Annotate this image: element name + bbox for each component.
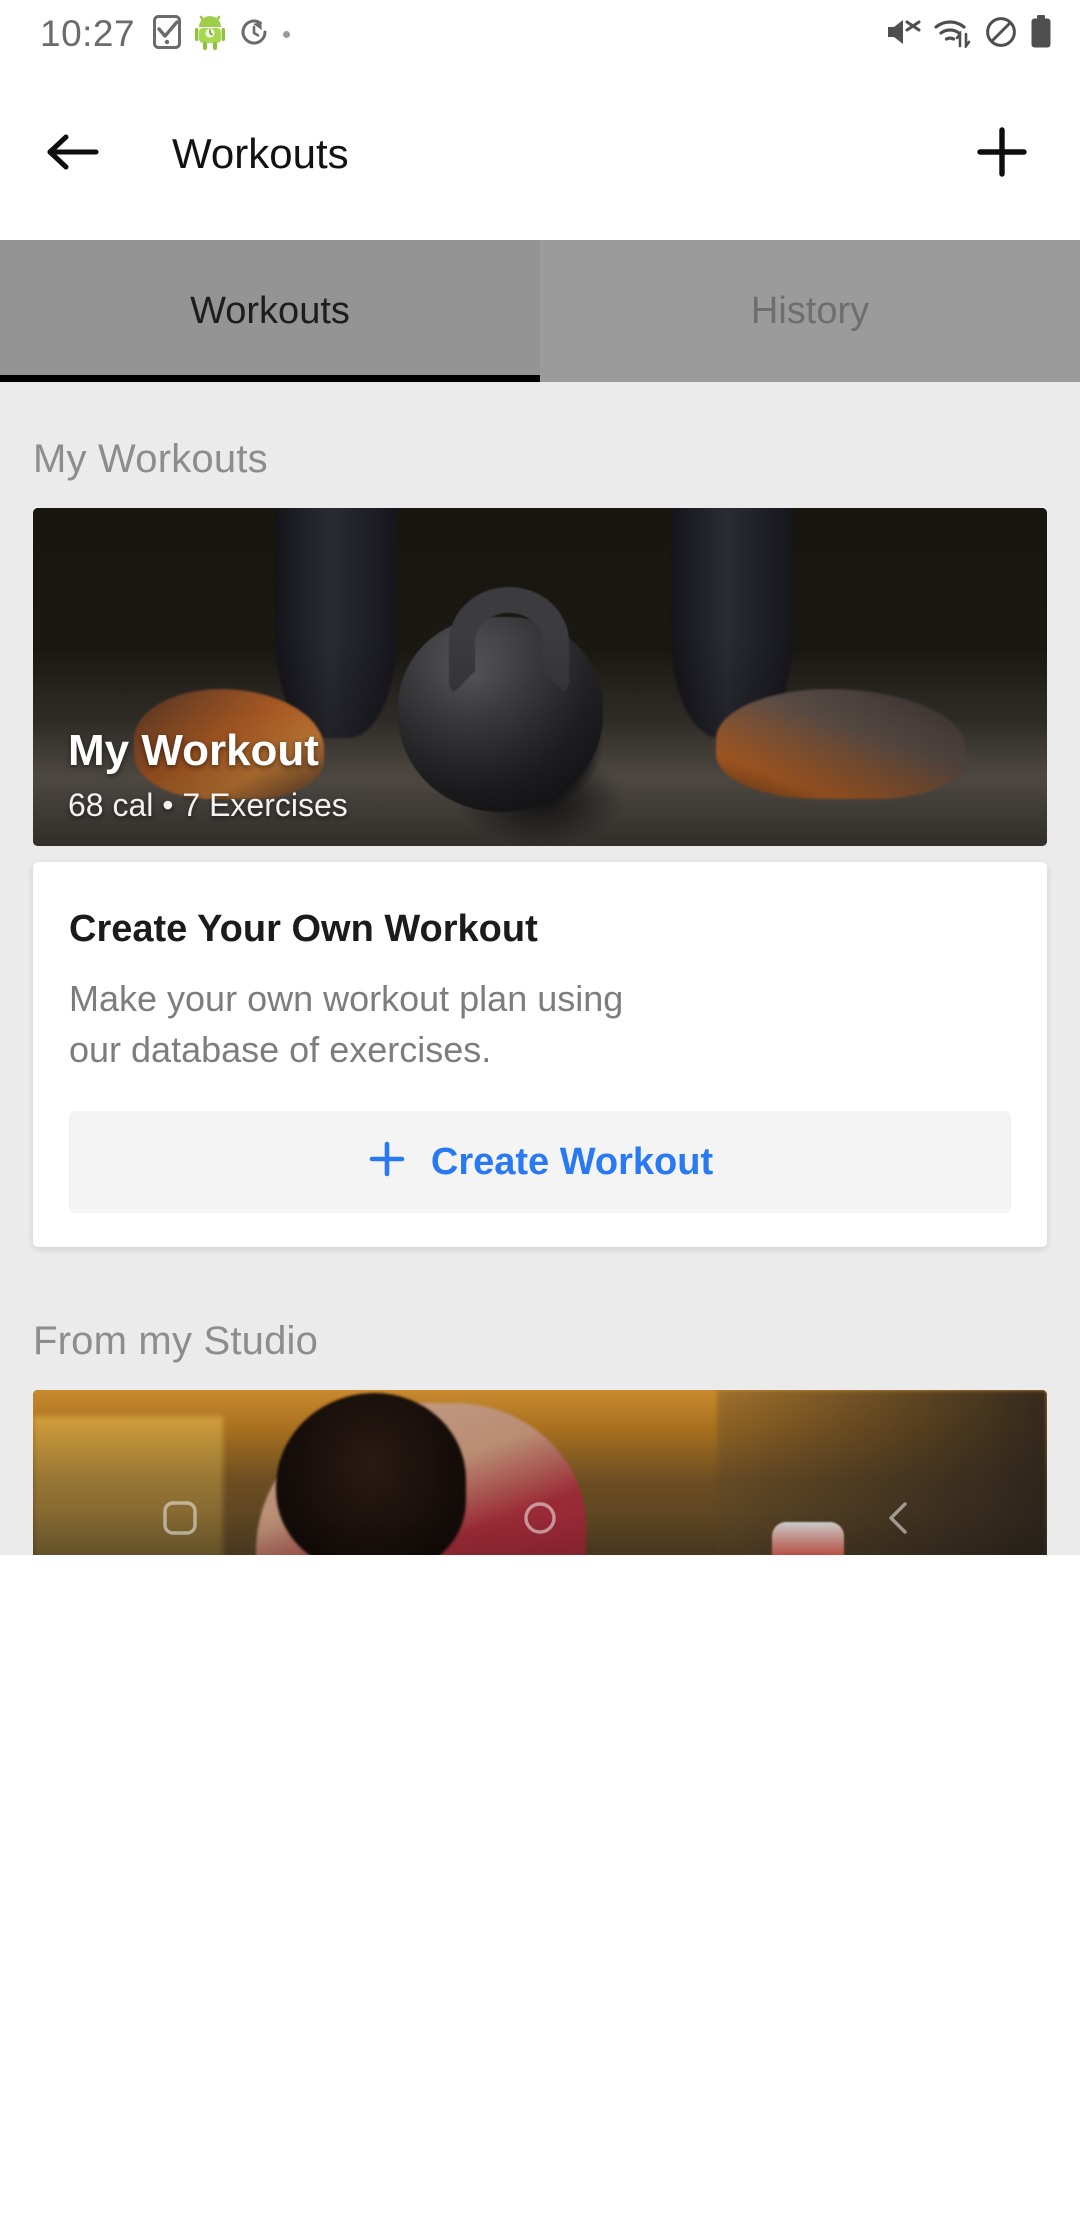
create-card-title: Create Your Own Workout xyxy=(69,908,538,950)
create-workout-button[interactable]: Create Workout xyxy=(69,1111,1011,1214)
tab-workouts[interactable]: Workouts xyxy=(0,240,540,382)
section-title-from-my-studio: From my Studio xyxy=(33,1319,319,1364)
workout-card-subtitle: 68 cal • 7 Exercises xyxy=(68,787,348,823)
back-arrow-icon xyxy=(44,129,100,180)
workout-card-title: My Workout xyxy=(68,726,319,776)
wifi-data-icon xyxy=(934,16,972,53)
page-title: Workouts xyxy=(172,130,349,177)
phone-check-icon xyxy=(153,14,182,54)
tab-workouts-label: Workouts xyxy=(190,289,350,332)
add-workout-button[interactable] xyxy=(964,116,1040,192)
tab-history[interactable]: History xyxy=(540,240,1080,382)
tab-bar: Workouts History xyxy=(0,240,1080,382)
create-your-own-workout-card[interactable]: Create Your Own Workout Make your own wo… xyxy=(33,862,1047,1248)
status-bar-clock: 10:27 xyxy=(40,13,136,54)
dot-icon xyxy=(283,30,291,38)
status-bar-system-icons xyxy=(885,14,1052,54)
status-bar: 10:27 xyxy=(0,0,1080,68)
back-button[interactable] xyxy=(34,116,110,192)
section-title-my-workouts: My Workouts xyxy=(33,437,268,481)
create-workout-button-label: Create Workout xyxy=(430,1140,714,1183)
plus-icon xyxy=(367,1139,407,1186)
do-not-disturb-icon xyxy=(985,16,1017,53)
workouts-scroll-content[interactable]: My Workouts My Workout 68 cal • 7 Exerci… xyxy=(0,382,1080,2220)
create-card-description: Make your own workout plan using our dat… xyxy=(69,978,624,1071)
status-bar-notification-icons xyxy=(153,14,291,55)
battery-full-icon xyxy=(1030,14,1052,54)
tab-indicator xyxy=(0,375,540,382)
plus-icon xyxy=(974,124,1030,185)
android-mascot-icon xyxy=(195,14,226,55)
below-fold-area xyxy=(0,1555,1080,2220)
clock-reset-icon xyxy=(239,16,269,53)
app-bar: Workouts xyxy=(0,68,1080,240)
workout-card-text: My Workout 68 cal • 7 Exercises xyxy=(68,728,1017,824)
tab-history-label: History xyxy=(750,289,870,332)
workout-card-my-workout[interactable]: My Workout 68 cal • 7 Exercises xyxy=(33,508,1047,846)
volume-muted-icon xyxy=(885,16,921,53)
